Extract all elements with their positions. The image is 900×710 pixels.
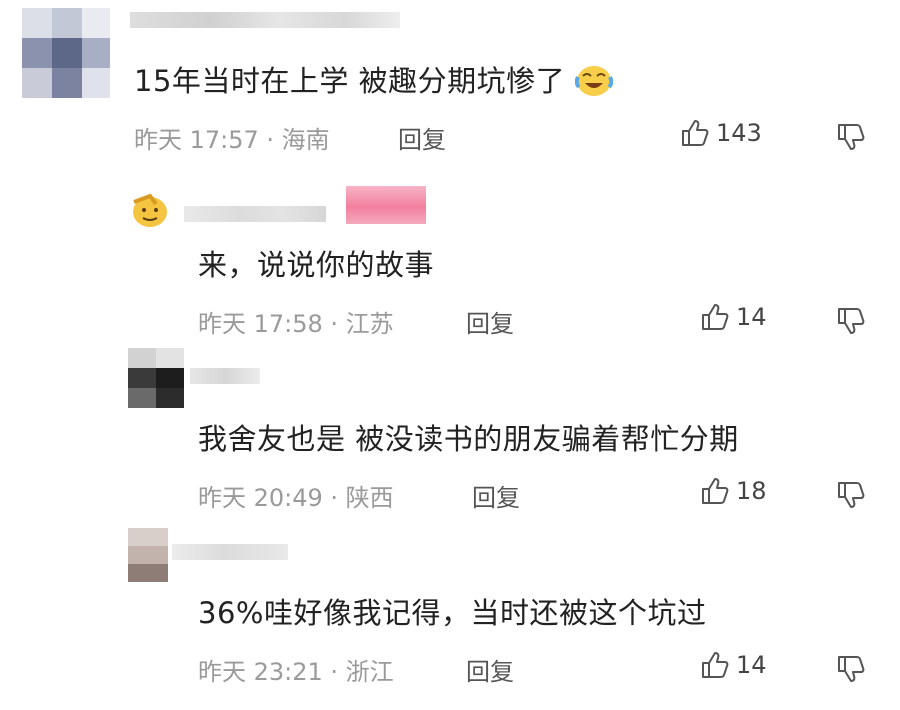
reply-button[interactable]: 回复 <box>472 478 520 513</box>
avatar[interactable] <box>128 528 168 582</box>
dislike-button[interactable] <box>836 654 866 688</box>
comment-time-location: 昨天 20:49 · 陕西 <box>198 484 394 512</box>
username[interactable] <box>130 12 400 28</box>
thumbs-down-icon <box>838 124 865 150</box>
salute-emoji-icon[interactable] <box>128 190 172 230</box>
like-count: 143 <box>716 119 762 147</box>
like-button[interactable]: 14 <box>700 650 767 680</box>
thumbs-up-icon <box>702 478 729 504</box>
dislike-button[interactable] <box>836 122 866 156</box>
comment-text: 我舍友也是 被没读书的朋友骗着帮忙分期 <box>198 422 739 456</box>
thumbs-down-icon <box>838 656 865 682</box>
avatar[interactable] <box>22 8 110 98</box>
username[interactable] <box>184 206 326 222</box>
like-button[interactable]: 14 <box>700 302 767 332</box>
reply-button[interactable]: 回复 <box>466 304 514 339</box>
comment-4: 36%哇好像我记得，当时还被这个坑过 昨天 23:21 · 浙江 回复 14 <box>0 520 900 710</box>
comment-2: 来，说说你的故事 昨天 17:58 · 江苏 回复 14 <box>0 170 900 340</box>
comment-time-location: 昨天 17:57 · 海南 <box>134 126 330 154</box>
comment-text: 15年当时在上学 被趣分期坑惨了 <box>134 64 566 98</box>
comment-time-location: 昨天 17:58 · 江苏 <box>198 310 394 338</box>
thumbs-up-icon <box>682 120 709 146</box>
like-button[interactable]: 18 <box>700 476 767 506</box>
user-badge <box>346 186 426 224</box>
like-count: 14 <box>736 651 767 679</box>
avatar[interactable] <box>128 348 184 408</box>
laughing-crying-emoji-icon <box>574 63 614 104</box>
reply-button[interactable]: 回复 <box>398 120 446 155</box>
username[interactable] <box>190 368 260 384</box>
username[interactable] <box>172 544 288 560</box>
reply-button[interactable]: 回复 <box>466 652 514 687</box>
comment-1: 15年当时在上学 被趣分期坑惨了 昨天 17:57 · 海南 回复 143 <box>0 0 900 170</box>
comment-text: 来，说说你的故事 <box>198 248 435 282</box>
like-count: 18 <box>736 477 767 505</box>
comment-text: 36%哇好像我记得，当时还被这个坑过 <box>198 596 707 630</box>
comment-time-location: 昨天 23:21 · 浙江 <box>198 658 394 686</box>
like-button[interactable]: 143 <box>680 118 762 148</box>
thumbs-down-icon <box>838 308 865 334</box>
comment-text-row: 15年当时在上学 被趣分期坑惨了 <box>134 58 614 104</box>
dislike-button[interactable] <box>836 306 866 340</box>
thumbs-up-icon <box>702 304 729 330</box>
like-count: 14 <box>736 303 767 331</box>
comment-3: 我舍友也是 被没读书的朋友骗着帮忙分期 昨天 20:49 · 陕西 回复 18 <box>0 340 900 520</box>
thumbs-up-icon <box>702 652 729 678</box>
dislike-button[interactable] <box>836 480 866 514</box>
thumbs-down-icon <box>838 482 865 508</box>
